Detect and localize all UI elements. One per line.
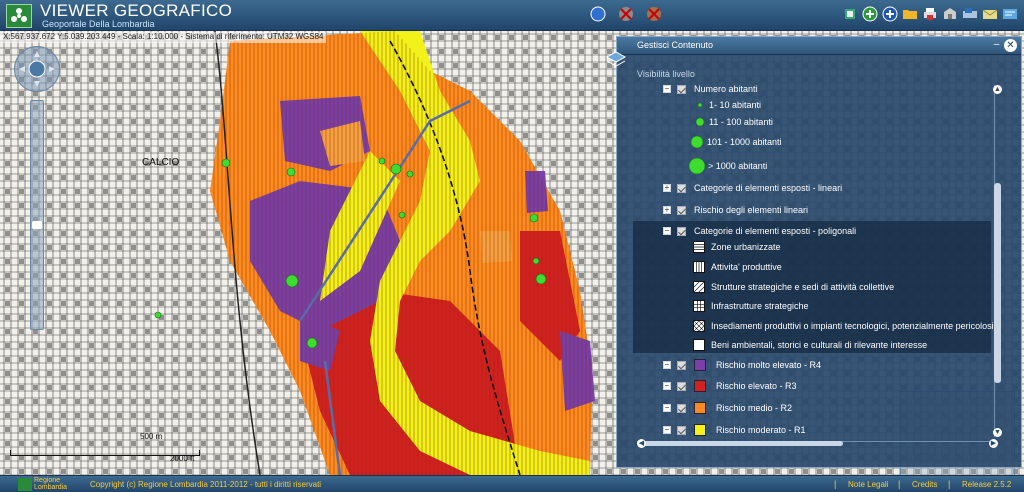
collapse-icon[interactable]: − [663, 426, 671, 434]
scroll-right-icon[interactable]: ▶ [989, 439, 998, 448]
app-header: VIEWER GEOGRAFICO Geoportale Della Lomba… [0, 0, 1024, 31]
legend-abitanti-1: 1- 10 abitanti [693, 98, 761, 112]
mail-icon[interactable] [982, 6, 998, 22]
layer-checkbox[interactable] [677, 360, 686, 370]
copyright-text: Copyright (c) Regione Lombardia 2011-201… [90, 480, 322, 489]
measure-icon[interactable] [962, 6, 978, 22]
layer-checkbox[interactable] [677, 226, 686, 236]
scroll-left-icon[interactable]: ◀ [637, 439, 646, 448]
scale-imperial-label: 2000 ft [170, 454, 195, 463]
credits-link[interactable]: Credits [912, 480, 937, 489]
zoom-slider[interactable] [30, 100, 44, 330]
tree-item-r4[interactable]: − Rischio molto elevato - R4 [663, 358, 821, 372]
hatch-horizontal-icon [693, 241, 705, 253]
note-legali-link[interactable]: Note Legali [848, 480, 888, 489]
legend-abitanti-2: 11 - 100 abitanti [693, 115, 773, 129]
expand-icon[interactable]: + [663, 184, 671, 192]
layer-checkbox[interactable] [677, 183, 686, 193]
regione-logo-icon [6, 4, 32, 28]
collapse-icon[interactable]: − [663, 227, 671, 235]
legend-abitanti-4: > 1000 abitanti [687, 157, 767, 175]
minimize-icon[interactable]: – [992, 40, 1001, 50]
print-icon[interactable] [922, 6, 938, 22]
tree-item-r1[interactable]: − Rischio moderato - R1 [663, 423, 806, 437]
scale-metric-label: 500 m [140, 432, 163, 441]
close-icon[interactable]: ✕ [1004, 39, 1017, 52]
r1-swatch [694, 424, 706, 436]
layer-checkbox[interactable] [677, 205, 686, 215]
collapse-icon[interactable]: − [663, 382, 671, 390]
tree-item-numero-abitanti[interactable]: − Numero abitanti [663, 82, 758, 96]
pan-icon[interactable] [618, 6, 634, 22]
tree-item-cat-lineari[interactable]: + Categorie di elementi esposti - lineari [663, 181, 842, 195]
medium-circle-icon [695, 117, 705, 127]
horizontal-scroll-thumb[interactable] [643, 441, 843, 446]
tree-item-cat-poligonali[interactable]: − Categorie di elementi esposti - poligon… [663, 224, 856, 238]
pan-navigator[interactable] [14, 46, 60, 92]
layer-checkbox[interactable] [677, 425, 686, 435]
release-link[interactable]: Release 2.5.2 [962, 480, 1011, 489]
collapse-icon[interactable]: − [663, 404, 671, 412]
layer-checkbox[interactable] [677, 403, 686, 413]
tree-item-r2[interactable]: − Rischio medio - R2 [663, 401, 792, 415]
legend-abitanti-3: 101 - 1000 abitanti [689, 135, 782, 149]
expand-icon[interactable]: + [663, 206, 671, 214]
panel-header[interactable]: Gestisci Contenuto – ✕ [617, 37, 1021, 55]
zoom-slider-handle[interactable] [32, 221, 42, 229]
tree-item-r3[interactable]: − Rischio elevato - R3 [663, 379, 797, 393]
tools-icon[interactable] [842, 6, 858, 22]
small-circle-icon [697, 102, 703, 108]
xlarge-circle-icon [688, 157, 706, 175]
legend-beni-ambientali: Beni ambientali, storici e culturali di … [693, 338, 927, 352]
app-footer: Regione Lombardia Copyright (c) Regione L… [0, 475, 1024, 492]
tree-item-rischio-lineari[interactable]: + Rischio degli elementi lineari [663, 203, 808, 217]
hatch-vertical-icon [693, 261, 705, 273]
empty-square-icon [693, 339, 705, 351]
legend-strutture-strategiche: Strutture strategiche e sedi di attività… [693, 280, 894, 294]
place-label: CALCIO [142, 157, 180, 168]
legend-infrastrutture: Infrastrutture strategiche [693, 299, 809, 313]
coordinate-readout: X:567.937.672 Y:5.039.203.449 - Scala: 1… [0, 32, 327, 43]
visibility-label: Visibilità livello [637, 69, 695, 79]
layer-checkbox[interactable] [677, 381, 686, 391]
legend-insediamenti: Insediamenti produttivi o impianti tecno… [693, 319, 994, 333]
zoom-in-icon[interactable] [882, 6, 898, 22]
app-title: VIEWER GEOGRAFICO [40, 1, 233, 20]
panel-title: Gestisci Contenuto [637, 40, 714, 50]
legend-attivita-produttive: Attivita' produttive [693, 260, 782, 274]
add-layer-icon[interactable] [862, 6, 878, 22]
scroll-down-icon[interactable]: ▼ [993, 428, 1002, 437]
manage-content-panel: Gestisci Contenuto – ✕ Visibilità livell… [605, 36, 1022, 468]
r3-swatch [694, 380, 706, 392]
legend-zone-urbanizzate: Zone urbanizzate [693, 240, 781, 254]
vertical-scroll-thumb[interactable] [994, 183, 1001, 383]
globe-icon[interactable] [646, 6, 662, 22]
collapse-icon[interactable]: − [663, 361, 671, 369]
r2-swatch [694, 402, 706, 414]
scroll-up-icon[interactable]: ▲ [993, 85, 1002, 94]
collapse-icon[interactable]: − [663, 85, 671, 93]
regione-logo-icon [18, 478, 32, 491]
layers-icon [605, 49, 627, 72]
large-circle-icon [690, 135, 704, 149]
r4-swatch [694, 359, 706, 371]
layer-checkbox[interactable] [677, 84, 686, 94]
hatch-cross-icon [693, 320, 705, 332]
folder-icon[interactable] [902, 6, 918, 22]
help-icon[interactable] [1002, 6, 1018, 22]
save-icon[interactable] [942, 6, 958, 22]
footer-brand: Regione Lombardia [34, 477, 68, 491]
hatch-diagonal-icon [693, 281, 705, 293]
hatch-grid-icon [693, 300, 705, 312]
app-subtitle: Geoportale Della Lombardia [42, 19, 155, 29]
compass-icon[interactable] [590, 6, 606, 22]
